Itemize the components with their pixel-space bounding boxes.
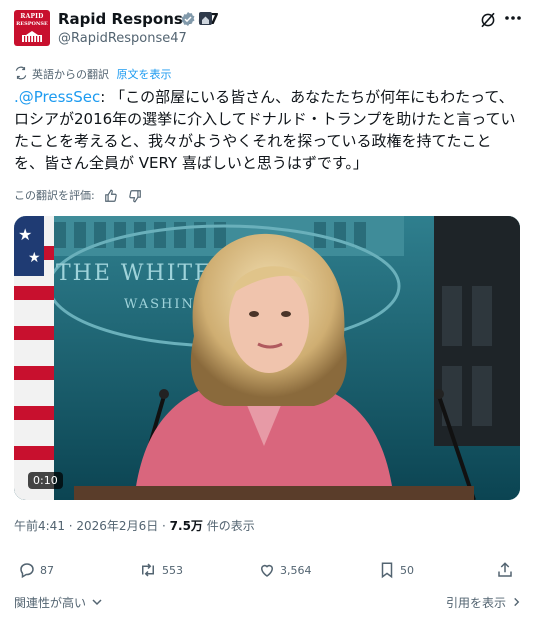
repost-icon xyxy=(142,563,154,577)
sort-replies-dropdown[interactable]: 関連性が高い xyxy=(14,594,102,611)
share-button[interactable] xyxy=(496,561,518,579)
view-quotes-link[interactable]: 引用を表示 xyxy=(446,594,521,611)
svg-text:★: ★ xyxy=(18,225,32,244)
rate-label: この翻訳を評価: xyxy=(14,189,95,202)
reply-button[interactable]: 87 xyxy=(18,561,54,579)
video-frame-image: THE WHITE HOUSE WASHINGTON ★ ★ xyxy=(14,216,520,500)
svg-text:★: ★ xyxy=(28,250,41,266)
heart-icon xyxy=(260,564,274,577)
account-handle[interactable]: @RapidResponse47 xyxy=(58,31,187,46)
repost-count: 553 xyxy=(162,563,183,577)
translation-label: 英語からの翻訳 xyxy=(32,68,109,81)
white-house-logo-icon xyxy=(22,31,42,42)
action-bar: 87 553 3,564 50 xyxy=(0,556,534,586)
government-badge-icon xyxy=(199,12,212,25)
avatar-text-2: RESPONSE xyxy=(16,21,48,27)
bookmark-button[interactable]: 50 xyxy=(378,561,414,579)
reply-icon xyxy=(20,563,34,579)
sort-label: 関連性が高い xyxy=(14,596,87,610)
video-duration: 0:10 xyxy=(28,472,63,489)
video-player[interactable]: THE WHITE HOUSE WASHINGTON ★ ★ xyxy=(14,216,520,500)
chevron-right-icon xyxy=(514,597,520,607)
translate-icon xyxy=(15,66,27,80)
repost-button[interactable]: 553 xyxy=(138,561,183,579)
thumbs-up-icon[interactable] xyxy=(104,189,118,203)
post-timestamp[interactable]: 午前4:41 · 2026年2月6日 · xyxy=(14,519,170,533)
rate-translation: この翻訳を評価: xyxy=(14,187,142,203)
avatar[interactable]: RAPID RESPONSE xyxy=(14,10,50,46)
mention-link[interactable]: .@PressSec xyxy=(14,88,100,106)
show-original-link[interactable]: 原文を表示 xyxy=(117,68,172,81)
share-icon xyxy=(498,562,512,577)
view-count: 7.5万 xyxy=(169,519,203,533)
verified-badge-icon xyxy=(181,12,195,26)
reply-count: 87 xyxy=(40,563,54,577)
like-count: 3,564 xyxy=(280,563,312,577)
avatar-text-1: RAPID xyxy=(20,13,44,20)
more-options-icon[interactable] xyxy=(503,8,523,28)
views-suffix: 件の表示 xyxy=(202,519,255,533)
bookmark-icon xyxy=(381,562,393,579)
like-button[interactable]: 3,564 xyxy=(258,561,312,579)
quotes-label: 引用を表示 xyxy=(446,596,507,610)
grok-icon[interactable] xyxy=(479,11,497,29)
post-text: .@PressSec: 「この部屋にいる皆さん、あなたたちが何年にもわたって、ロ… xyxy=(14,86,520,174)
translation-row: 英語からの翻訳 原文を表示 xyxy=(14,66,172,82)
bookmark-count: 50 xyxy=(400,563,414,577)
chevron-down-icon xyxy=(92,599,102,606)
thumbs-down-icon[interactable] xyxy=(128,189,142,203)
post-meta: 午前4:41 · 2026年2月6日 · 7.5万 件の表示 xyxy=(14,517,255,534)
